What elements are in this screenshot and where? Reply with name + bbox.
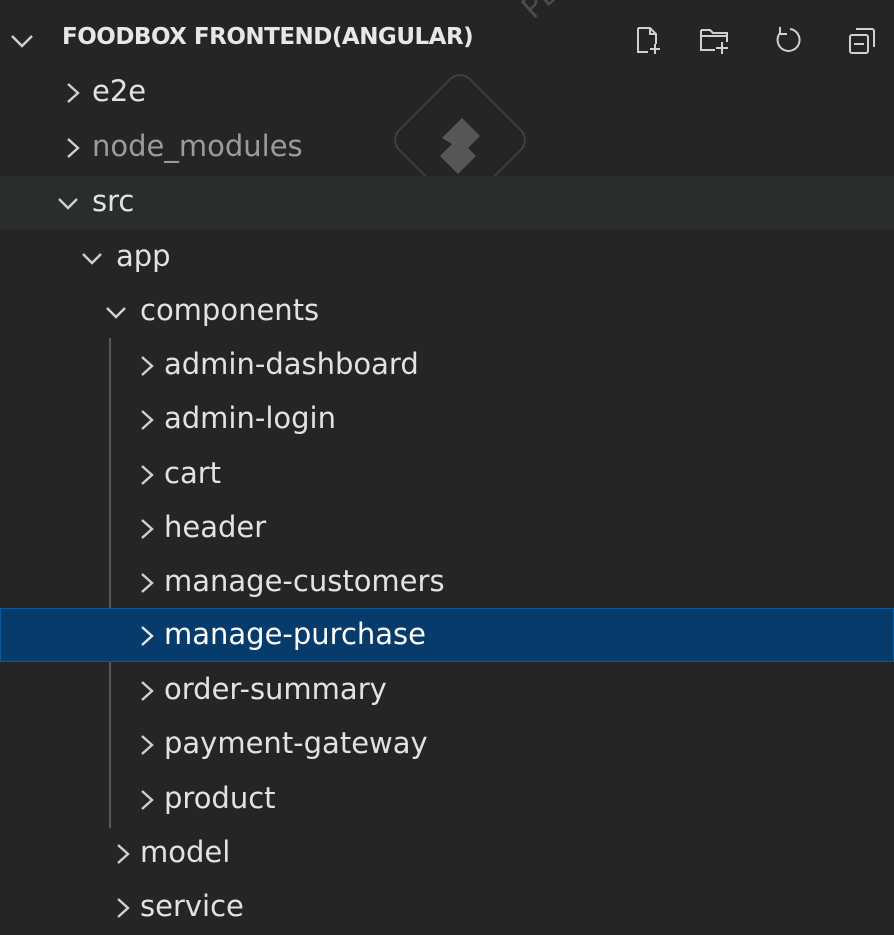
chevron-right-icon [141, 681, 154, 701]
tree-item-manage-purchase[interactable]: manage-purchase [0, 608, 894, 662]
tree-item-manage-customers[interactable]: manage-customers [0, 556, 894, 610]
tree-item-label: node_modules [92, 129, 303, 163]
tree-item-label: components [140, 293, 320, 327]
tree-item-label: admin-dashboard [164, 347, 419, 381]
chevron-right-icon [67, 138, 80, 158]
chevron-right-icon [141, 573, 154, 593]
tree-item-label: manage-customers [164, 564, 445, 598]
tree-item-service[interactable]: service [0, 881, 894, 935]
chevron-down-icon [11, 35, 33, 48]
explorer-section-header[interactable]: FOODBOX FRONTEND(ANGULAR) [0, 12, 894, 68]
tree-item-payment-gateway[interactable]: payment-gateway [0, 718, 894, 772]
chevron-down-icon [58, 198, 78, 210]
tree-item-label: header [164, 510, 267, 544]
tree-item-label: admin-login [164, 401, 336, 435]
tree-item-e2e[interactable]: e2e [0, 66, 894, 120]
chevron-right-icon [117, 844, 130, 864]
chevron-right-icon [141, 410, 154, 430]
tree-item-order-summary[interactable]: order-summary [0, 664, 894, 718]
chevron-down-icon [106, 307, 126, 319]
chevron-right-icon [117, 898, 130, 918]
collapse-all-icon[interactable] [846, 24, 878, 56]
tree-item-label: service [140, 889, 244, 923]
chevron-right-icon [141, 790, 154, 810]
chevron-down-icon [82, 253, 102, 265]
chevron-right-icon [141, 735, 154, 755]
explorer-panel: PDFele FOODBOX FRONTEND(ANGULAR) [0, 0, 894, 935]
tree-item-label: manage-purchase [164, 617, 427, 651]
explorer-title: FOODBOX FRONTEND(ANGULAR) [62, 24, 474, 50]
tree-item-label: cart [164, 456, 222, 490]
tree-item-app[interactable]: app [0, 231, 894, 285]
chevron-right-icon [141, 465, 154, 485]
tree-item-src[interactable]: src [0, 176, 894, 230]
tree-item-label: product [164, 781, 276, 815]
tree-item-header[interactable]: header [0, 502, 894, 556]
chevron-right-icon [141, 626, 154, 646]
new-file-icon[interactable] [632, 24, 664, 56]
chevron-right-icon [141, 356, 154, 376]
tree-item-admin-dashboard[interactable]: admin-dashboard [0, 339, 894, 393]
tree-item-label: e2e [92, 74, 147, 108]
tree-item-components[interactable]: components [0, 285, 894, 339]
refresh-icon[interactable] [772, 24, 804, 56]
tree-item-label: src [92, 184, 135, 218]
tree-item-label: app [116, 239, 171, 273]
chevron-right-icon [141, 519, 154, 539]
tree-item-node-modules[interactable]: node_modules [0, 121, 894, 175]
tree-item-product[interactable]: product [0, 773, 894, 827]
chevron-right-icon [67, 83, 80, 103]
tree-item-label: order-summary [164, 672, 387, 706]
tree-item-admin-login[interactable]: admin-login [0, 393, 894, 447]
new-folder-icon[interactable] [698, 24, 730, 56]
tree-item-label: payment-gateway [164, 726, 428, 760]
tree-item-label: model [140, 835, 231, 869]
tree-item-model[interactable]: model [0, 827, 894, 881]
tree-item-cart[interactable]: cart [0, 448, 894, 502]
